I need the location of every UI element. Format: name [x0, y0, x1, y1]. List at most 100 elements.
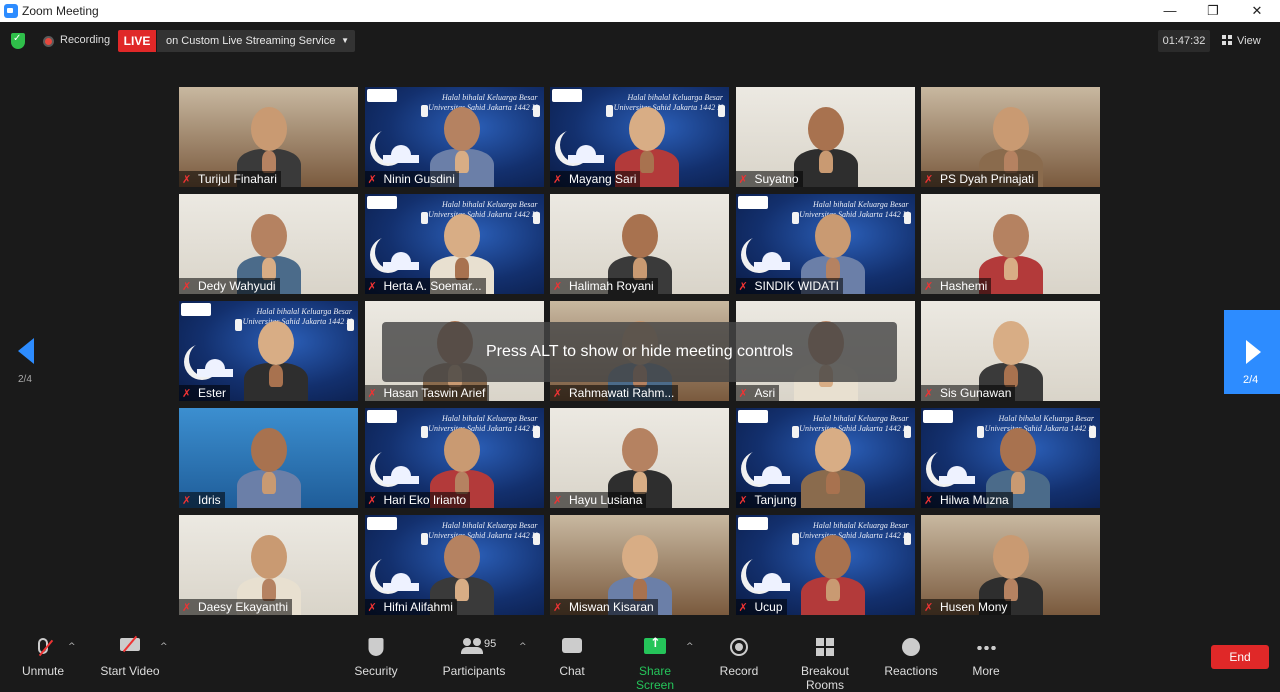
participant-name-tag: ✗ Hilwa Muzna — [921, 492, 1013, 508]
mic-muted-icon: ✗ — [367, 280, 377, 293]
participant-video-tile[interactable]: Halal bihalal Keluarga Besar Universitas … — [364, 515, 544, 615]
participant-video-tile[interactable]: ✗ Sis Gunawan — [921, 301, 1100, 401]
participant-name: Asri — [754, 386, 776, 400]
reactions-smiley-icon — [902, 638, 920, 656]
mic-muted-icon: ✗ — [367, 173, 377, 186]
mosque-icon — [197, 359, 233, 377]
reactions-button[interactable]: Reactions — [884, 626, 938, 682]
security-button[interactable]: Security — [350, 626, 402, 682]
participant-video-tile[interactable]: ✗ Miswan Kisaran — [550, 515, 729, 615]
participant-video-tile[interactable]: Halal bihalal Keluarga Besar Universitas … — [735, 408, 915, 508]
participant-video-tile[interactable]: ✗ Turijul Finahari — [179, 87, 358, 187]
usahid-logo — [923, 410, 953, 423]
participant-name-tag: ✗ SINDIK WIDATI — [735, 278, 843, 294]
mic-muted-icon: ✗ — [553, 494, 563, 507]
participant-name-tag: ✗ Daesy Ekayanthi — [179, 599, 293, 615]
usahid-logo — [181, 303, 211, 316]
participant-name: Hashemi — [940, 279, 988, 293]
unmute-button[interactable]: Unmute — [16, 626, 70, 682]
participant-video-tile[interactable]: ✗ Hayu Lusiana — [550, 408, 729, 508]
participants-options-caret-icon[interactable]: ^ — [519, 642, 527, 652]
participant-video-tile[interactable]: ✗ Dedy Wahyudi — [179, 194, 358, 294]
participants-count: 95 — [484, 638, 497, 650]
participant-name-tag: ✗ Hifni Alifahmi — [364, 599, 457, 615]
participants-button[interactable]: 95 Participants — [442, 626, 506, 682]
participant-name-tag: ✗ Ucup — [735, 599, 787, 615]
video-options-caret-icon[interactable]: ^ — [160, 642, 168, 652]
end-meeting-button[interactable]: End — [1211, 645, 1269, 669]
participant-video-tile[interactable]: ✗ Daesy Ekayanthi — [179, 515, 358, 615]
breakout-rooms-label: Breakout Rooms — [800, 664, 850, 692]
participant-video-tile[interactable]: Halal bihalal Keluarga Besar Universitas … — [550, 87, 729, 187]
participant-video-tile[interactable]: ✗ Hashemi — [921, 194, 1100, 294]
gallery-grid-icon — [1222, 35, 1232, 45]
participant-video-tile[interactable]: Halal bihalal Keluarga Besar Universitas … — [364, 87, 544, 187]
participant-name: Husen Mony — [940, 600, 1008, 614]
more-dots-icon — [976, 646, 996, 650]
usahid-logo — [737, 196, 768, 209]
participant-video-tile[interactable]: Halal bihalal Keluarga Besar Universitas … — [735, 515, 915, 615]
participant-name-tag: ✗ Rahmawati Rahm... — [550, 385, 679, 401]
mosque-icon — [753, 466, 790, 484]
participant-video-tile[interactable]: ✗ Suyatno — [735, 87, 915, 187]
meeting-toolbar: Unmute ^ Start Video ^ Security 95 Parti… — [0, 626, 1280, 692]
restore-button[interactable]: ❐ — [1193, 1, 1233, 21]
participant-video-tile[interactable]: Halal bihalal Keluarga Besar Universitas … — [735, 194, 915, 294]
zoom-app-icon — [4, 4, 18, 18]
usahid-logo — [737, 517, 768, 530]
participant-video-tile[interactable]: ✗ PS Dyah Prinajati — [921, 87, 1100, 187]
participant-name-tag: ✗ Halimah Royani — [550, 278, 658, 294]
participant-person — [798, 408, 868, 508]
share-screen-label: Share Screen — [635, 664, 675, 692]
close-window-button[interactable]: ✕ — [1237, 1, 1277, 21]
live-streaming-dropdown[interactable]: on Custom Live Streaming Service ▼ — [157, 30, 355, 52]
participant-name: Ucup — [754, 600, 783, 614]
participant-name-tag: ✗ Hashemi — [921, 278, 992, 294]
participants-icon — [461, 638, 483, 654]
usahid-logo — [366, 410, 397, 423]
participant-name: Rahmawati Rahm... — [569, 386, 675, 400]
lantern-icon — [532, 212, 540, 224]
participant-video-tile[interactable]: Halal bihalal Keluarga Besar Universitas … — [364, 408, 544, 508]
participant-name: Mayang Sari — [569, 172, 637, 186]
unmute-label: Unmute — [21, 664, 65, 678]
breakout-rooms-button[interactable]: Breakout Rooms — [782, 626, 868, 692]
lantern-icon — [1089, 426, 1096, 438]
chat-button[interactable]: Chat — [552, 626, 592, 682]
chat-bubble-icon — [562, 638, 582, 653]
participant-video-tile[interactable]: Halal bihalal Keluarga Besar Universitas … — [921, 408, 1100, 508]
participant-name: SINDIK WIDATI — [754, 279, 839, 293]
participant-video-tile[interactable]: ✗ Halimah Royani — [550, 194, 729, 294]
participant-video-tile[interactable]: ✗ Husen Mony — [921, 515, 1100, 615]
next-page-button[interactable]: 2/4 — [1224, 310, 1280, 394]
usahid-logo — [552, 89, 582, 102]
mic-muted-icon: ✗ — [924, 280, 934, 293]
participant-video-tile[interactable]: ✗ Idris — [179, 408, 358, 508]
participant-name: PS Dyah Prinajati — [940, 172, 1035, 186]
participant-person — [798, 515, 868, 615]
start-video-button[interactable]: Start Video — [98, 626, 162, 682]
previous-page-button[interactable]: 2/4 — [10, 338, 44, 394]
more-button[interactable]: More — [966, 626, 1006, 682]
recording-label: Recording — [60, 34, 111, 46]
breakout-rooms-icon — [816, 638, 834, 656]
minimize-button[interactable]: — — [1150, 1, 1190, 21]
view-button[interactable]: View — [1222, 30, 1272, 52]
mic-muted-icon: ✗ — [182, 173, 192, 186]
participant-video-tile[interactable]: Halal bihalal Keluarga Besar Universitas … — [179, 301, 358, 401]
mosque-icon — [382, 573, 419, 591]
mic-muted-icon: ✗ — [182, 280, 192, 293]
encryption-shield-icon[interactable] — [11, 33, 25, 49]
participant-video-tile[interactable]: Halal bihalal Keluarga Besar Universitas … — [364, 194, 544, 294]
window-title: Zoom Meeting — [22, 4, 99, 18]
share-options-caret-icon[interactable]: ^ — [686, 642, 694, 652]
lantern-icon — [347, 319, 354, 331]
mosque-icon — [753, 252, 790, 270]
participant-name-tag: ✗ Hasan Taswin Arief — [364, 385, 490, 401]
record-button[interactable]: Record — [716, 626, 762, 682]
share-screen-button[interactable]: Share Screen — [620, 626, 690, 692]
participant-name: Hilwa Muzna — [940, 493, 1009, 507]
audio-options-caret-icon[interactable]: ^ — [68, 642, 76, 652]
lantern-icon — [903, 533, 911, 545]
mic-muted-icon: ✗ — [738, 173, 748, 186]
